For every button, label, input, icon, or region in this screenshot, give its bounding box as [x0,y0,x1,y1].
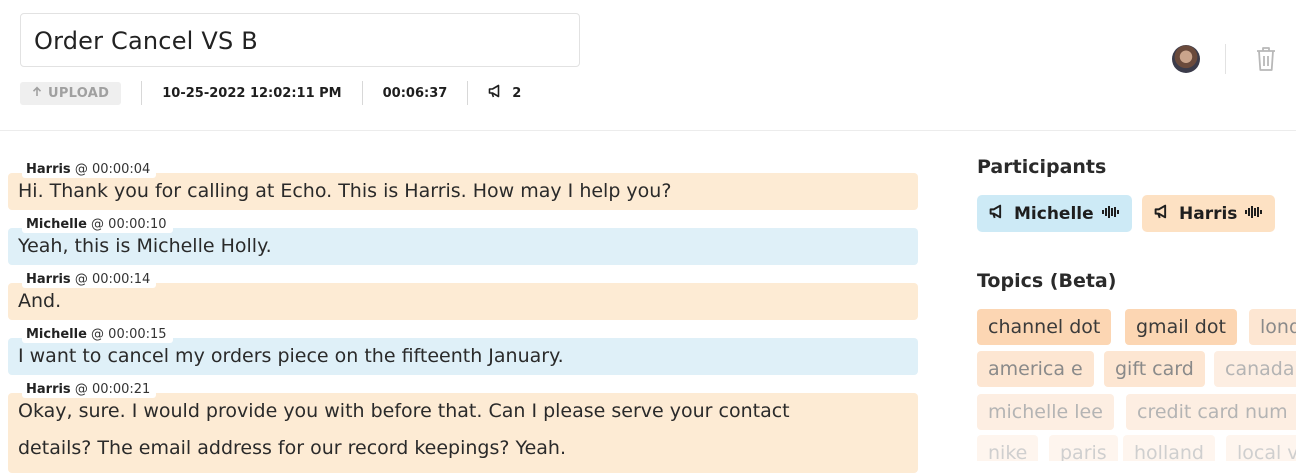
divider [467,81,469,105]
sidebar: Participants Michelle Harris Topics (Bet… [977,131,1296,461]
speaker-count: 2 [488,84,521,102]
utterance-time[interactable]: @ 00:00:21 [75,382,151,397]
utterance-header: Harris @ 00:00:21 [22,382,157,398]
call-meta-bar: UPLOAD 10-25-2022 12:02:11 PM 00:06:37 2 [20,81,521,105]
utterance-time[interactable]: @ 00:00:14 [75,272,151,287]
megaphone-icon [1154,204,1171,224]
utterance-line: details? The email address for our recor… [18,437,567,459]
topic-chip[interactable]: canada [1214,351,1296,387]
page-header: Order Cancel VS B UPLOAD 10-25-2022 12:0… [0,0,1296,131]
utterance-text: Okay, sure. I would provide you with bef… [8,393,918,473]
topic-chip[interactable]: nike [977,435,1039,461]
participant-name: Harris [1179,203,1238,224]
utterance-time[interactable]: @ 00:00:10 [91,217,167,232]
participant-chip-michelle[interactable]: Michelle [977,195,1132,232]
call-title-input[interactable]: Order Cancel VS B [20,13,580,67]
utterance-text: And. [8,283,918,320]
topics-title: Topics (Beta) [977,270,1117,292]
call-duration: 00:06:37 [382,85,448,101]
topic-chip[interactable]: america e [977,351,1094,387]
utterance-header: Michelle @ 00:00:10 [22,217,173,233]
utterance-time[interactable]: @ 00:00:04 [75,162,151,177]
topic-chip[interactable]: michelle lee [977,394,1114,430]
speaker-name: Harris [26,162,71,177]
megaphone-icon [989,204,1006,224]
utterance-header: Michelle @ 00:00:15 [22,327,173,343]
topic-chip[interactable]: paris [1049,435,1118,461]
megaphone-icon [488,84,504,102]
participant-name: Michelle [1014,203,1094,224]
utterance-text: Yeah, this is Michelle Holly. [8,228,918,265]
upload-label: UPLOAD [48,85,110,101]
utterance-header: Harris @ 00:00:14 [22,272,157,288]
upload-button[interactable]: UPLOAD [20,81,122,105]
waveform-icon [1101,204,1120,224]
speaker-name: Harris [26,382,71,397]
waveform-icon [1245,204,1263,224]
utterance-line: Okay, sure. I would provide you with bef… [18,400,790,422]
topic-chip[interactable]: holland [1123,435,1215,461]
divider [361,81,363,105]
speaker-count-value: 2 [512,85,522,101]
topic-chip[interactable]: gmail dot [1125,309,1237,345]
participants-title: Participants [977,156,1107,178]
user-avatar[interactable] [1172,45,1200,73]
topic-chip[interactable]: local v [1226,435,1296,461]
utterance-text: I want to cancel my orders piece on the … [8,338,918,375]
utterance-time[interactable]: @ 00:00:15 [91,327,167,342]
participant-chip-harris[interactable]: Harris [1142,195,1276,232]
speaker-name: Harris [26,272,71,287]
speaker-name: Michelle [26,327,87,342]
topic-chip[interactable]: credit card num [1126,394,1296,430]
arrow-up-icon [32,85,42,101]
topic-chip[interactable]: gift card [1104,351,1205,387]
utterance-header: Harris @ 00:00:04 [22,162,157,178]
topic-chip[interactable]: lond [1249,309,1296,345]
divider [141,81,143,105]
utterance-text: Hi. Thank you for calling at Echo. This … [8,173,918,210]
transcript-panel: Harris @ 00:00:04 Hi. Thank you for call… [0,131,930,473]
call-datetime: 10-25-2022 12:02:11 PM [162,85,342,101]
topic-chip[interactable]: channel dot [977,309,1112,345]
speaker-name: Michelle [26,217,87,232]
divider [1225,44,1226,74]
trash-icon[interactable] [1254,45,1278,73]
